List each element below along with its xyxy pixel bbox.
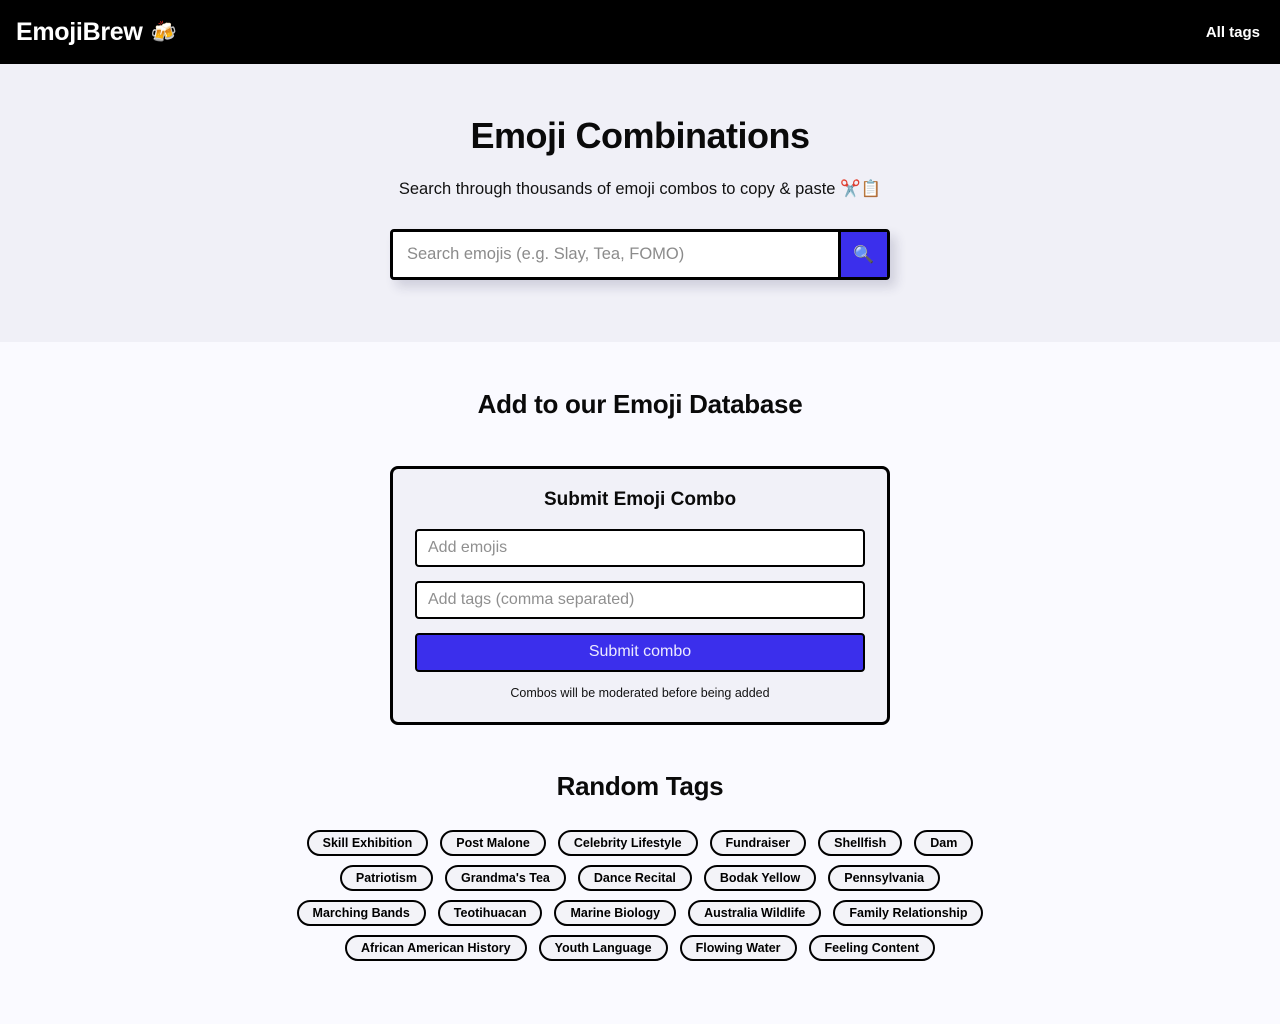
- page-title: Emoji Combinations: [470, 115, 810, 156]
- tags-input[interactable]: [415, 580, 865, 619]
- tag-pill[interactable]: Youth Language: [538, 934, 668, 961]
- tag-row: Patriotism Grandma's Tea Dance Recital Boda…: [0, 864, 1280, 891]
- tag-pill[interactable]: Patriotism: [339, 864, 433, 891]
- tag-row: African American History Youth Language Fl…: [0, 934, 1280, 961]
- tag-pill[interactable]: Teotihuacan: [437, 899, 543, 926]
- beer-mugs-icon: 🍻: [150, 20, 177, 44]
- tag-pill[interactable]: Fundraiser: [709, 829, 807, 856]
- submit-combo-button[interactable]: Submit combo: [415, 632, 865, 672]
- brand-name: EmojiBrew: [16, 17, 143, 46]
- search-input[interactable]: [393, 231, 838, 277]
- tag-pill[interactable]: Grandma's Tea: [445, 864, 566, 891]
- tag-row: Marching Bands Teotihuacan Marine Biology A…: [0, 899, 1280, 926]
- bottom-panel-wrapper: [0, 970, 1280, 1024]
- tag-row: Skill Exhibition Post Malone Celebrity Lif…: [0, 829, 1280, 856]
- tag-pill[interactable]: Dam: [914, 829, 974, 856]
- tag-pill[interactable]: Post Malone: [440, 829, 546, 856]
- tag-pill[interactable]: African American History: [345, 934, 527, 961]
- tag-pill[interactable]: Celebrity Lifestyle: [557, 829, 698, 856]
- submit-section-title: Add to our Emoji Database: [477, 388, 803, 419]
- nav-link-all-tags[interactable]: All tags: [1206, 24, 1260, 41]
- tag-pill[interactable]: Family Relationship: [833, 899, 984, 926]
- tag-pill[interactable]: Feeling Content: [808, 934, 935, 961]
- search-icon: 🔍: [853, 244, 875, 264]
- tag-pill[interactable]: Shellfish: [818, 829, 903, 856]
- tag-pill[interactable]: Flowing Water: [679, 934, 797, 961]
- tag-pill[interactable]: Pennsylvania: [828, 864, 941, 891]
- submit-section: Add to our Emoji Database Submit Emoji C…: [0, 341, 1280, 725]
- tag-pill[interactable]: Skill Exhibition: [306, 829, 429, 856]
- tag-pill[interactable]: Marine Biology: [554, 899, 677, 926]
- tag-pill[interactable]: Bodak Yellow: [703, 864, 817, 891]
- top-navbar: EmojiBrew 🍻 All tags: [0, 0, 1280, 64]
- emoji-input[interactable]: [415, 528, 865, 567]
- brand-logo-link[interactable]: EmojiBrew 🍻: [16, 17, 177, 46]
- tag-pill[interactable]: Australia Wildlife: [688, 899, 822, 926]
- search-button[interactable]: 🔍: [838, 231, 887, 277]
- hero-section: Emoji Combinations Search through thousa…: [0, 64, 1280, 342]
- hero-subtitle: Search through thousands of emoji combos…: [398, 180, 882, 199]
- search-bar: 🔍: [390, 228, 890, 280]
- navbar-links: All tags: [1206, 24, 1260, 41]
- moderation-note: Combos will be moderated before being ad…: [510, 685, 770, 700]
- random-tags-title: Random Tags: [556, 770, 724, 801]
- random-tags-list: Skill Exhibition Post Malone Celebrity Lif…: [0, 829, 1280, 961]
- submit-card-title: Submit Emoji Combo: [543, 488, 737, 510]
- tag-pill[interactable]: Marching Bands: [296, 899, 426, 926]
- submit-combo-card: Submit Emoji Combo Submit combo Combos w…: [390, 465, 890, 725]
- random-tags-section: Random Tags Skill Exhibition Post Malone C…: [0, 724, 1280, 961]
- tag-pill[interactable]: Dance Recital: [577, 864, 692, 891]
